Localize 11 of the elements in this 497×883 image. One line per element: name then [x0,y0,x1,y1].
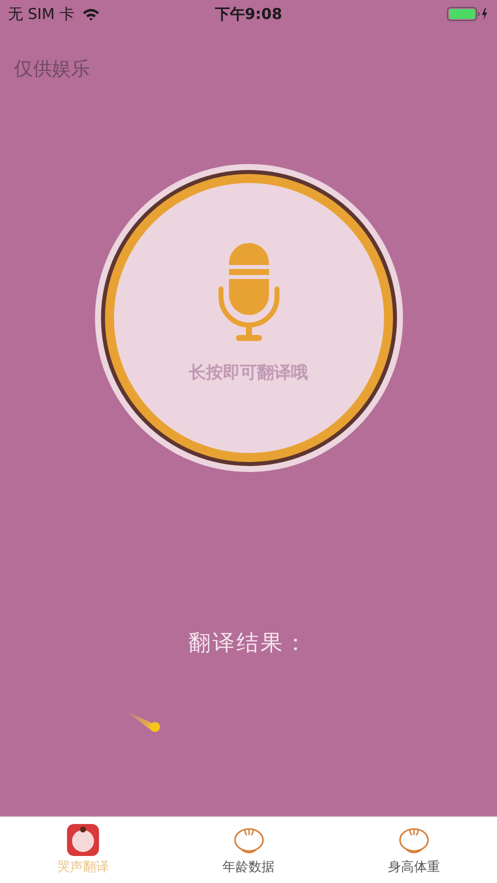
tab-item[interactable]: 年龄数据 [166,817,332,883]
wifi-icon [82,8,100,20]
result-title: 翻译结果： [188,630,308,658]
disclaimer-label: 仅供娱乐 [14,57,90,82]
app-icon [66,824,99,856]
microphone-icon [218,242,280,342]
battery-icon [447,7,489,21]
comet-icon [124,708,162,734]
tab-item[interactable]: 身高体重 [331,817,497,883]
clock-time: 下午9:08 [214,4,282,24]
carrier-label: 无 SIM 卡 [8,4,74,24]
